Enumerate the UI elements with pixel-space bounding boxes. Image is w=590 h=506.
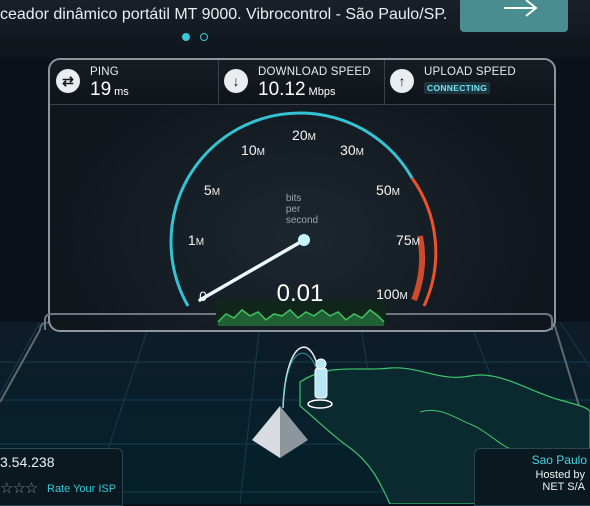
isp-ip-address: 3.54.238: [0, 454, 55, 470]
isp-panel: 3.54.238 ☆☆☆ Rate Your ISP: [0, 448, 123, 506]
gauge-unit-label: bits per second: [285, 193, 319, 226]
gauge-tick-5: 5M: [203, 182, 221, 198]
gauge-tick-10: 10M: [241, 142, 265, 158]
gauge-tick-30: 30M: [340, 142, 364, 158]
server-panel: Sao Paulo Hosted by NET S/A: [474, 448, 590, 506]
gauge-reading: 0.01: [276, 280, 324, 307]
gauge-tick-0: 0: [199, 288, 207, 304]
host-name: NET S/A: [542, 481, 585, 493]
gauge-tick-50: 50M: [376, 182, 400, 198]
gauge-tick-75: 75M: [396, 232, 420, 248]
hosted-by-label: Hosted by: [535, 469, 585, 481]
gauge-tick-20: 20M: [292, 127, 316, 143]
rating-stars[interactable]: ☆☆☆: [0, 479, 38, 497]
rate-isp-link[interactable]: Rate Your ISP: [47, 483, 116, 495]
server-host: Hosted by NET S/A: [535, 469, 585, 493]
server-city[interactable]: Sao Paulo: [532, 453, 587, 467]
needle-hub: [298, 234, 310, 246]
gauge-tick-100: 100M: [376, 286, 408, 302]
gauge-tick-1: 1M: [187, 232, 205, 248]
